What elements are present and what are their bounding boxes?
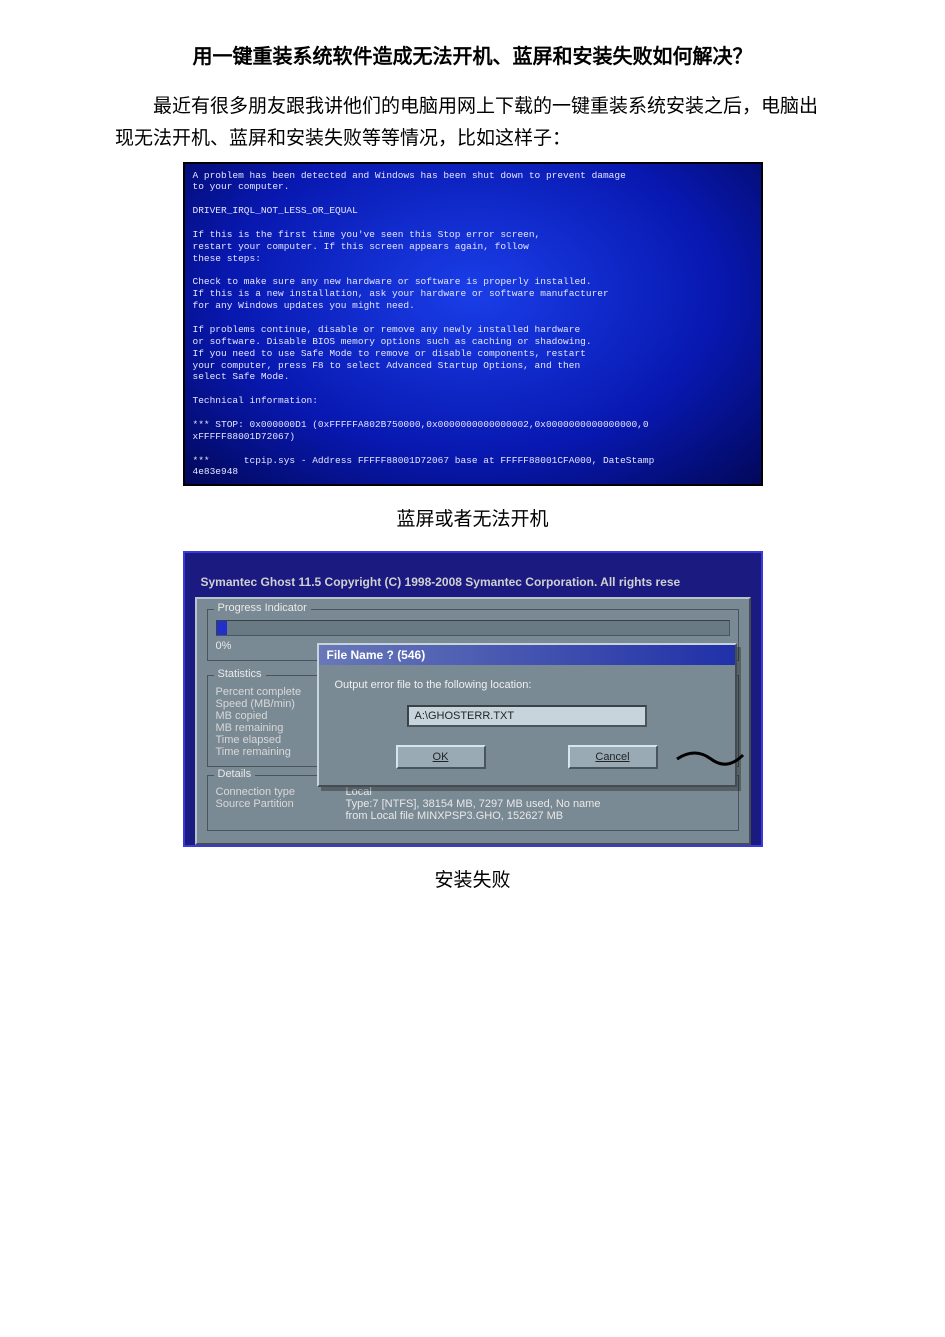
intro-paragraph: 最近有很多朋友跟我讲他们的电脑用网上下载的一键重装系统安装之后，电脑出现无法开机… xyxy=(115,91,830,156)
ghost-window: Progress Indicator 0% Statistics Percent… xyxy=(195,597,751,845)
detail-connection-label: Connection type xyxy=(216,786,346,798)
detail-source-label: Source Partition xyxy=(216,798,346,810)
details-legend: Details xyxy=(214,768,256,780)
document-page: 用一键重装系统软件造成无法开机、蓝屏和安装失败如何解决？ 最近有很多朋友跟我讲他… xyxy=(0,0,945,892)
ok-button[interactable]: OK xyxy=(396,745,486,769)
detail-connection-val: Local xyxy=(346,786,372,798)
bsod-screenshot: A problem has been detected and Windows … xyxy=(183,162,763,486)
ghost-screenshot: Symantec Ghost 11.5 Copyright (C) 1998-2… xyxy=(183,551,763,847)
error-dialog: File Name ? (546) Output error file to t… xyxy=(317,643,737,787)
progress-bar xyxy=(216,620,730,636)
progress-legend: Progress Indicator xyxy=(214,602,311,614)
statistics-legend: Statistics xyxy=(214,668,266,680)
progress-fill xyxy=(217,621,227,635)
scribble-mark xyxy=(675,743,745,773)
ghost-titlebar: Symantec Ghost 11.5 Copyright (C) 1998-2… xyxy=(195,571,751,593)
detail-source-val2: from Local file MINXPSP3.GHO, 152627 MB xyxy=(346,810,564,822)
detail-source-val: Type:7 [NTFS], 38154 MB, 7297 MB used, N… xyxy=(346,798,601,810)
page-title: 用一键重装系统软件造成无法开机、蓝屏和安装失败如何解决？ xyxy=(115,40,830,69)
cancel-button[interactable]: Cancel xyxy=(568,745,658,769)
dialog-prompt: Output error file to the following locat… xyxy=(335,679,719,691)
error-file-input[interactable]: A:\GHOSTERR.TXT xyxy=(407,705,647,727)
bsod-text: A problem has been detected and Windows … xyxy=(185,164,761,484)
dialog-body: Output error file to the following locat… xyxy=(319,665,735,785)
caption-bsod: 蓝屏或者无法开机 xyxy=(115,504,830,531)
dialog-title: File Name ? (546) xyxy=(319,645,735,665)
caption-install-fail: 安装失败 xyxy=(115,865,830,892)
